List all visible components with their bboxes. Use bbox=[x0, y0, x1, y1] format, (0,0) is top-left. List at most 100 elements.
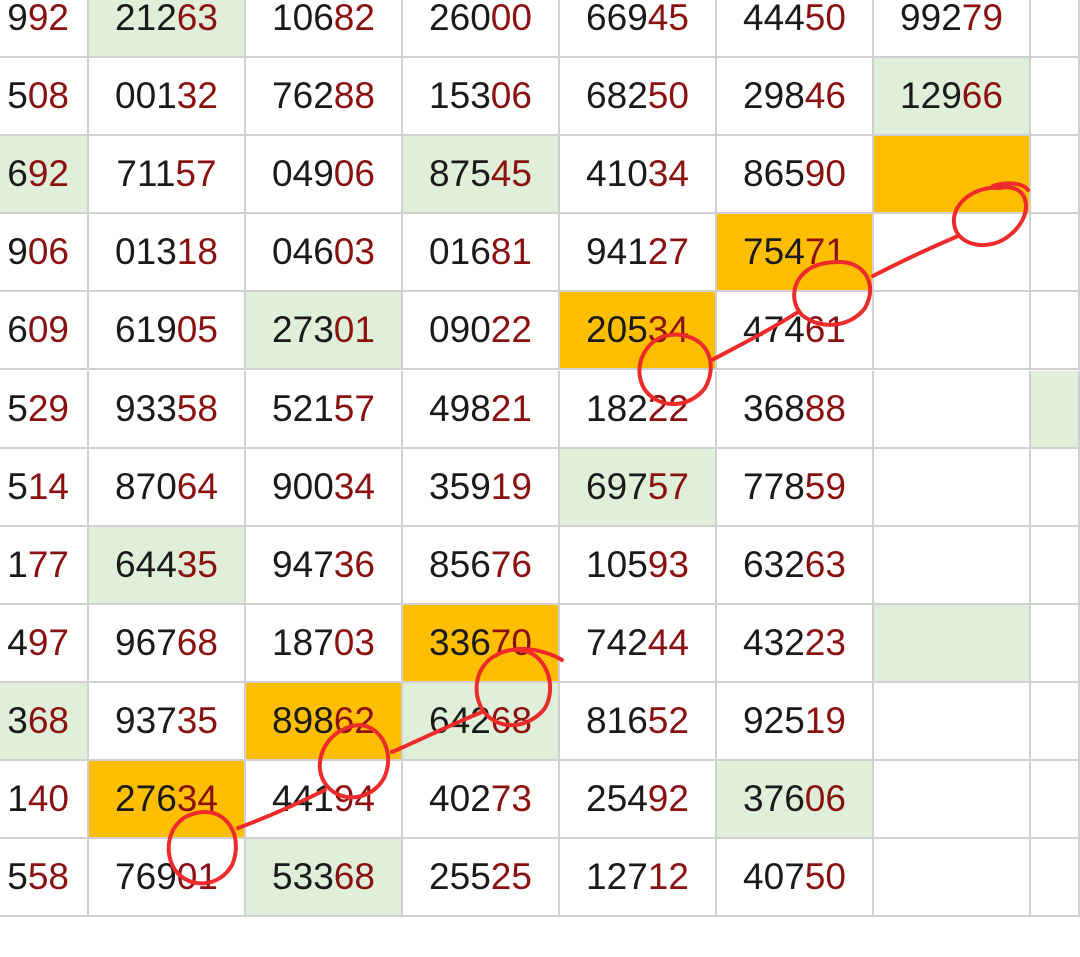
cell[interactable] bbox=[1031, 136, 1080, 215]
cell[interactable] bbox=[874, 448, 1031, 527]
cell[interactable] bbox=[874, 682, 1031, 761]
cell[interactable]: 255 25 bbox=[403, 839, 560, 918]
cell[interactable]: 992 79 bbox=[874, 0, 1031, 59]
cell[interactable] bbox=[1031, 682, 1080, 761]
cell[interactable]: 046 03 bbox=[246, 214, 403, 293]
cell[interactable]: 298 46 bbox=[717, 58, 874, 137]
cell[interactable]: 769 01 bbox=[89, 839, 246, 918]
cell[interactable]: 941 27 bbox=[560, 214, 717, 293]
cell[interactable] bbox=[1031, 370, 1080, 449]
cell[interactable]: 273 01 bbox=[246, 292, 403, 371]
cell[interactable]: 402 73 bbox=[403, 761, 560, 840]
cell[interactable]: 816 52 bbox=[560, 682, 717, 761]
cell[interactable] bbox=[874, 292, 1031, 371]
cell[interactable]: 9 06 bbox=[0, 214, 89, 293]
cell[interactable]: 013 18 bbox=[89, 214, 246, 293]
cell[interactable]: 049 06 bbox=[246, 136, 403, 215]
cell[interactable]: 212 63 bbox=[89, 0, 246, 59]
cell[interactable]: 376 06 bbox=[717, 761, 874, 840]
cell[interactable]: 967 68 bbox=[89, 604, 246, 683]
cell[interactable]: 090 22 bbox=[403, 292, 560, 371]
cell[interactable]: 669 45 bbox=[560, 0, 717, 59]
cell[interactable]: 129 66 bbox=[874, 58, 1031, 137]
cell[interactable]: 933 58 bbox=[89, 370, 246, 449]
cell[interactable]: 711 57 bbox=[89, 136, 246, 215]
cell[interactable] bbox=[1031, 839, 1080, 918]
cell[interactable]: 001 32 bbox=[89, 58, 246, 137]
cell[interactable] bbox=[874, 370, 1031, 449]
cell[interactable] bbox=[1031, 58, 1080, 137]
cell[interactable] bbox=[874, 214, 1031, 293]
cell[interactable] bbox=[1031, 761, 1080, 840]
cell[interactable]: 742 44 bbox=[560, 604, 717, 683]
cell[interactable]: 1 77 bbox=[0, 526, 89, 605]
cell[interactable]: 127 12 bbox=[560, 839, 717, 918]
cell[interactable]: 444 50 bbox=[717, 0, 874, 59]
cell[interactable]: 182 22 bbox=[560, 370, 717, 449]
cell[interactable]: 407 50 bbox=[717, 839, 874, 918]
cell[interactable]: 6 09 bbox=[0, 292, 89, 371]
cell[interactable]: 870 64 bbox=[89, 448, 246, 527]
highlighted-cell[interactable]: 276 34 bbox=[89, 761, 246, 840]
cell-digits-prefix: 410 bbox=[586, 153, 648, 195]
cell[interactable] bbox=[874, 761, 1031, 840]
cell[interactable]: 925 19 bbox=[717, 682, 874, 761]
cell[interactable]: 778 59 bbox=[717, 448, 874, 527]
cell[interactable]: 9 92 bbox=[0, 0, 89, 59]
highlighted-cell[interactable]: 754 71 bbox=[717, 214, 874, 293]
cell[interactable]: 644 35 bbox=[89, 526, 246, 605]
cell[interactable]: 5 08 bbox=[0, 58, 89, 137]
cell[interactable]: 368 88 bbox=[717, 370, 874, 449]
cell[interactable]: 4 97 bbox=[0, 604, 89, 683]
cell[interactable]: 5 14 bbox=[0, 448, 89, 527]
cell[interactable] bbox=[1031, 448, 1080, 527]
cell[interactable]: 937 35 bbox=[89, 682, 246, 761]
highlighted-cell[interactable]: 898 62 bbox=[246, 682, 403, 761]
cell[interactable]: 900 34 bbox=[246, 448, 403, 527]
cell[interactable]: 632 63 bbox=[717, 526, 874, 605]
cell[interactable]: 6 92 bbox=[0, 136, 89, 215]
cell[interactable]: 697 57 bbox=[560, 448, 717, 527]
cell[interactable]: 875 45 bbox=[403, 136, 560, 215]
cell[interactable]: 682 50 bbox=[560, 58, 717, 137]
cell-digits-last-two: 21 bbox=[490, 387, 532, 429]
cell[interactable]: 856 76 bbox=[403, 526, 560, 605]
cell[interactable] bbox=[1031, 214, 1080, 293]
cell[interactable] bbox=[874, 526, 1031, 605]
cell[interactable]: 016 81 bbox=[403, 214, 560, 293]
cell[interactable]: 105 93 bbox=[560, 526, 717, 605]
cell[interactable]: 521 57 bbox=[246, 370, 403, 449]
cell[interactable]: 187 03 bbox=[246, 604, 403, 683]
highlighted-cell[interactable]: 336 70 bbox=[403, 604, 560, 683]
cell[interactable]: 3 68 bbox=[0, 682, 89, 761]
cell[interactable]: 619 05 bbox=[89, 292, 246, 371]
cell[interactable]: 254 92 bbox=[560, 761, 717, 840]
cell[interactable]: 474 61 bbox=[717, 292, 874, 371]
cell[interactable]: 260 00 bbox=[403, 0, 560, 59]
cell[interactable]: 5 29 bbox=[0, 370, 89, 449]
cell[interactable]: 865 90 bbox=[717, 136, 874, 215]
cell[interactable]: 5 58 bbox=[0, 839, 89, 918]
cell[interactable]: 498 21 bbox=[403, 370, 560, 449]
cell[interactable]: 410 34 bbox=[560, 136, 717, 215]
cell[interactable] bbox=[1031, 0, 1080, 59]
cell[interactable]: 106 82 bbox=[246, 0, 403, 59]
cell[interactable]: 642 68 bbox=[403, 682, 560, 761]
cell[interactable]: 533 68 bbox=[246, 839, 403, 918]
highlighted-cell[interactable] bbox=[874, 136, 1031, 215]
cell-digits-last-two: 06 bbox=[333, 153, 375, 195]
cell[interactable]: 153 06 bbox=[403, 58, 560, 137]
cell[interactable] bbox=[1031, 526, 1080, 605]
highlighted-cell[interactable]: 205 34 bbox=[560, 292, 717, 371]
cell[interactable] bbox=[1031, 604, 1080, 683]
cell[interactable]: 441 94 bbox=[246, 761, 403, 840]
cell[interactable]: 1 40 bbox=[0, 761, 89, 840]
cell[interactable] bbox=[1031, 292, 1080, 371]
cell-digits-last-two: 35 bbox=[176, 543, 218, 585]
cell[interactable]: 762 88 bbox=[246, 58, 403, 137]
cell[interactable] bbox=[874, 604, 1031, 683]
cell[interactable]: 432 23 bbox=[717, 604, 874, 683]
cell[interactable]: 947 36 bbox=[246, 526, 403, 605]
cell[interactable]: 359 19 bbox=[403, 448, 560, 527]
cell[interactable] bbox=[874, 839, 1031, 918]
